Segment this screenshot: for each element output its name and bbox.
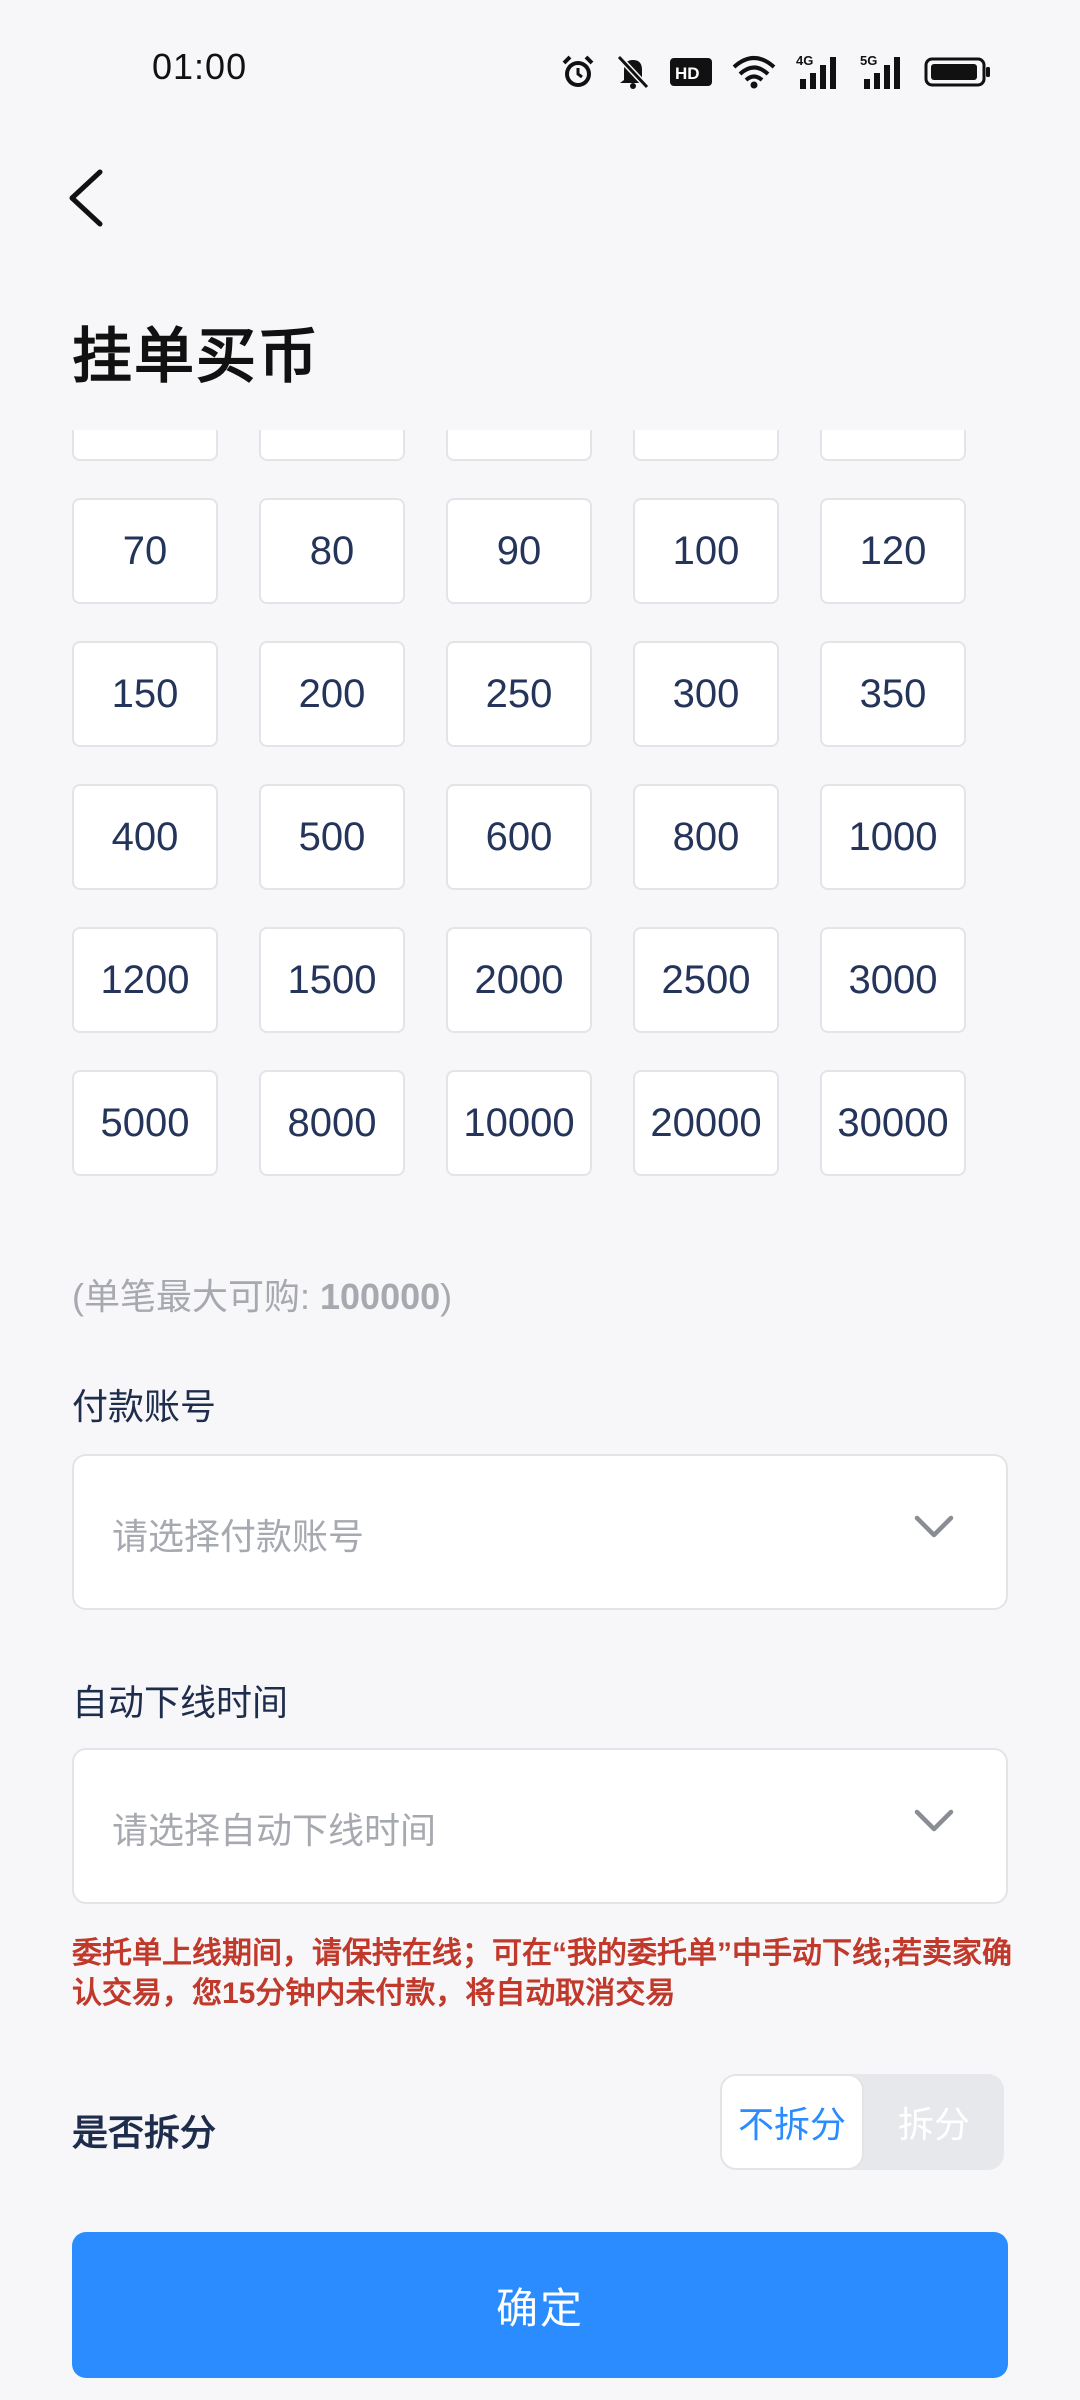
- amount-option[interactable]: 90: [446, 498, 592, 604]
- amount-option[interactable]: 2500: [633, 927, 779, 1033]
- amount-option[interactable]: 30000: [820, 1070, 966, 1176]
- hd-icon: HD: [670, 56, 712, 88]
- amount-grid-inner: 10 20 30 50 60 70 80 90 100 120 150 200 250 300 350 400…: [72, 430, 966, 1176]
- status-icons: HD 4G 5G: [560, 50, 992, 94]
- amount-option[interactable]: 600: [446, 784, 592, 890]
- warning-text: 委托单上线期间，请保持在线；可在“我的委托单”中手动下线;若卖家确认交易，您15…: [72, 1937, 1012, 2010]
- confirm-button[interactable]: 确定: [72, 2232, 1008, 2378]
- amount-option[interactable]: 800: [633, 784, 779, 890]
- amount-option[interactable]: 250: [446, 641, 592, 747]
- amount-option[interactable]: 8000: [259, 1070, 405, 1176]
- split-option[interactable]: 拆分: [864, 2074, 1004, 2170]
- amount-option[interactable]: 70: [72, 498, 218, 604]
- split-toggle: 不拆分 拆分: [720, 2074, 1004, 2170]
- 5g-signal-icon: 5G: [860, 53, 904, 91]
- 5g-text: 5G: [860, 53, 877, 68]
- amount-option[interactable]: 1000: [820, 784, 966, 890]
- amount-option[interactable]: 80: [259, 498, 405, 604]
- split-label: 是否拆分: [72, 2112, 217, 2153]
- chevron-left-icon: [69, 169, 103, 227]
- alarm-icon: [560, 54, 596, 90]
- payment-account-label: 付款账号: [72, 1386, 217, 1427]
- amount-option[interactable]: 1200: [72, 927, 218, 1033]
- amount-option[interactable]: 3000: [820, 927, 966, 1033]
- status-bar: 01:00 HD 4G 5G: [0, 0, 1080, 130]
- amount-option[interactable]: 20: [259, 430, 405, 461]
- amount-option[interactable]: 300: [633, 641, 779, 747]
- payment-account-select[interactable]: 请选择付款账号: [72, 1454, 1008, 1610]
- amount-option[interactable]: 30: [446, 430, 592, 461]
- amount-option[interactable]: 1500: [259, 927, 405, 1033]
- status-time: 01:00: [152, 46, 248, 87]
- max-note-suffix: ): [440, 1276, 453, 1317]
- no-split-option[interactable]: 不拆分: [720, 2074, 864, 2170]
- amount-option[interactable]: 20000: [633, 1070, 779, 1176]
- amount-option[interactable]: 100: [633, 498, 779, 604]
- amount-option[interactable]: 50: [633, 430, 779, 461]
- 4g-signal-icon: 4G: [796, 53, 840, 91]
- amount-option[interactable]: 5000: [72, 1070, 218, 1176]
- amount-option[interactable]: 150: [72, 641, 218, 747]
- chevron-down-icon: [914, 1515, 954, 1538]
- auto-offline-placeholder: 请选择自动下线时间: [112, 1810, 437, 1851]
- battery-icon: [924, 56, 992, 88]
- back-button[interactable]: [62, 166, 114, 230]
- amount-option[interactable]: 350: [820, 641, 966, 747]
- max-note-prefix: (单笔最大可购:: [72, 1276, 320, 1317]
- max-note-value: 100000: [320, 1276, 441, 1317]
- mute-icon: [616, 54, 650, 90]
- page-title: 挂单买币: [72, 323, 320, 390]
- payment-account-placeholder: 请选择付款账号: [112, 1516, 365, 1557]
- amount-option[interactable]: 400: [72, 784, 218, 890]
- hd-text: HD: [675, 64, 700, 83]
- amount-option[interactable]: 120: [820, 498, 966, 604]
- amount-grid: 10 20 30 50 60 70 80 90 100 120 150 200 250 300 350 400…: [0, 430, 1080, 1210]
- wifi-icon: [732, 55, 776, 89]
- amount-option[interactable]: 10: [72, 430, 218, 461]
- amount-option[interactable]: 60: [820, 430, 966, 461]
- auto-offline-label: 自动下线时间: [72, 1682, 289, 1723]
- auto-offline-select[interactable]: 请选择自动下线时间: [72, 1748, 1008, 1904]
- amount-option[interactable]: 2000: [446, 927, 592, 1033]
- amount-option[interactable]: 500: [259, 784, 405, 890]
- chevron-down-icon: [914, 1809, 954, 1832]
- 4g-text: 4G: [796, 53, 813, 68]
- amount-option[interactable]: 200: [259, 641, 405, 747]
- max-purchase-note: (单笔最大可购: 100000): [72, 1268, 452, 1320]
- amount-option[interactable]: 10000: [446, 1070, 592, 1176]
